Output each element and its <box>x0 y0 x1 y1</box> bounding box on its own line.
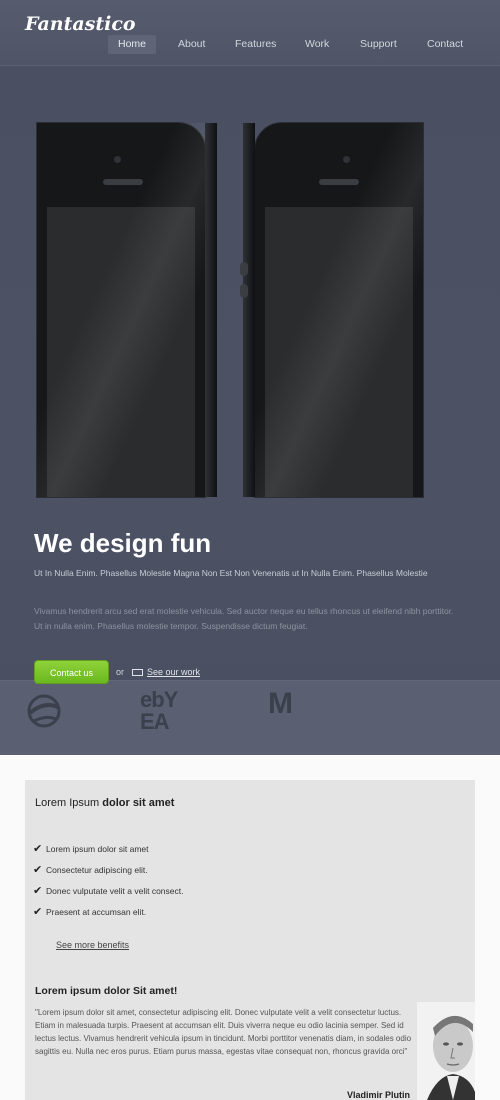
testimonial-title: Lorem ipsum dolor Sit amet! <box>35 985 178 997</box>
list-item: ✔ Consectetur adipiscing elit. <box>33 859 184 880</box>
list-item: ✔ Lorem ipsum dolor sit amet <box>33 838 184 859</box>
phone-back <box>243 122 424 498</box>
contact-us-button[interactable]: Contact us <box>34 660 109 684</box>
nav-about[interactable]: About <box>168 35 215 54</box>
check-icon: ✔ <box>33 864 43 876</box>
volume-button <box>240 284 248 298</box>
phone-edge <box>205 123 217 497</box>
pepsi-logo <box>24 691 64 731</box>
check-icon: ✔ <box>33 843 43 855</box>
nav-features[interactable]: Features <box>225 35 286 54</box>
ebay-ea-logo: ebY EA <box>140 687 178 734</box>
top-bar: Fantastico Home About Features Work Supp… <box>0 0 500 66</box>
main-nav: Home About Features Work Support Contact <box>0 35 500 55</box>
benefits-panel: Lorem Ipsum dolor sit amet ✔ Lorem ipsum … <box>25 780 475 1100</box>
ebay-logo-text: ebY <box>140 687 178 712</box>
see-our-work-link[interactable]: See our work <box>132 660 200 684</box>
phone-edge <box>243 123 255 497</box>
hero-section: Fantastico Home About Features Work Supp… <box>0 0 500 755</box>
benefit-text: Praesent at accumsan elit. <box>46 906 147 917</box>
nav-home[interactable]: Home <box>108 35 157 54</box>
check-icon: ✔ <box>33 885 43 897</box>
phones-illustration <box>0 66 500 500</box>
check-icon: ✔ <box>33 906 43 918</box>
benefits-title-prefix: Lorem Ipsum <box>35 797 100 809</box>
list-item: ✔ Praesent at accumsan elit. <box>33 901 184 922</box>
or-text: or <box>116 667 125 677</box>
screen-gloss <box>37 123 205 497</box>
nav-support[interactable]: Support <box>350 35 407 54</box>
list-item: ✔ Donec vulputate velit a velit consect. <box>33 880 184 901</box>
benefit-text: Consectetur adipiscing elit. <box>46 864 148 875</box>
phone-front <box>36 122 217 498</box>
benefit-text: Lorem ipsum dolor sit amet <box>46 843 149 854</box>
see-our-work-label: See our work <box>147 667 201 677</box>
see-more-benefits-link[interactable]: See more benefits <box>56 940 129 950</box>
monitor-icon <box>132 669 143 677</box>
benefits-title-suffix: dolor sit amet <box>102 797 175 809</box>
client-logos: ebY EA M <box>0 680 500 755</box>
benefit-text: Donec vulputate velit a velit consect. <box>46 885 184 896</box>
testimonial-author: Vladimir Plutin <box>347 1090 411 1100</box>
hero-headline: We design fun <box>34 528 212 558</box>
benefits-list: ✔ Lorem ipsum dolor sit amet ✔ Consectetur… <box>33 838 184 922</box>
screen-gloss <box>255 123 423 497</box>
nav-contact[interactable]: Contact <box>417 35 473 54</box>
nav-work[interactable]: Work <box>295 35 339 54</box>
volume-button <box>240 262 248 276</box>
ea-logo-text: EA <box>140 709 170 734</box>
benefits-title: Lorem Ipsum dolor sit amet <box>35 797 174 809</box>
testimonial-quote: "Lorem ipsum dolor sit amet, consectetur… <box>35 1008 412 1056</box>
hero-description: Vivamus hendrerit arcu sed erat molestie… <box>34 606 454 631</box>
avatar <box>417 1002 475 1100</box>
site-logo[interactable]: Fantastico <box>25 13 136 35</box>
mcdonalds-logo: M <box>268 687 293 720</box>
cta-row: Contact us or See our work <box>34 660 334 684</box>
hero-intro: Ut In Nulla Enim. Phasellus Molestie Mag… <box>34 568 428 578</box>
